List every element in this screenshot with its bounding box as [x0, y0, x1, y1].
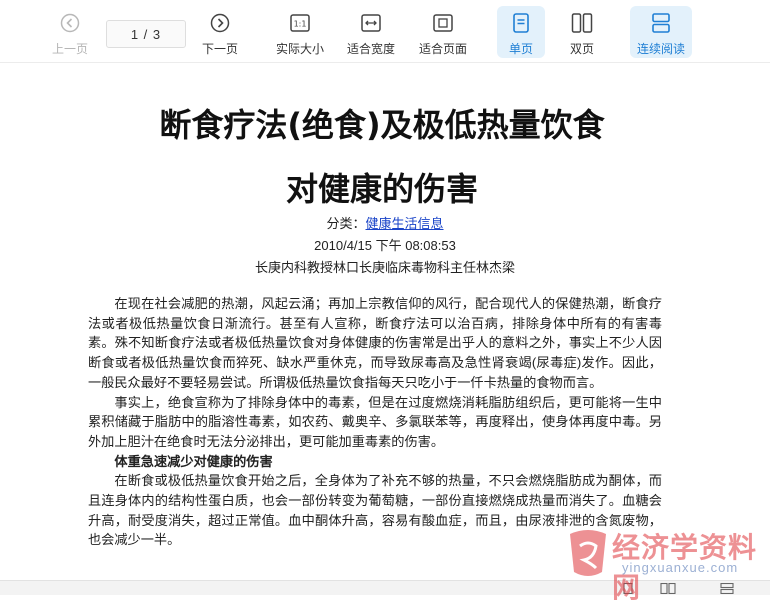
- paragraph: 在现在社会减肥的热潮，风起云涌；再加上宗教信仰的风行，配合现代人的保健热潮，断食…: [88, 296, 662, 390]
- watermark-logo-icon: [570, 530, 606, 576]
- actual-size-button[interactable]: 1:1 实际大小: [272, 6, 328, 58]
- chevron-right-circle-icon: [210, 10, 230, 36]
- double-page-button[interactable]: 双页: [558, 6, 606, 58]
- continuous-label: 连续阅读: [636, 42, 685, 56]
- fit-width-label: 适合宽度: [346, 42, 395, 56]
- category-line: 分类：健康生活信息: [0, 213, 770, 232]
- post-datetime: 2010/4/15 下午 08:08:53: [314, 238, 456, 253]
- viewer-toolbar: 上一页 1 / 3 下一页 1:1 实际大小 适合宽度 适合页面 单页 双页 连…: [0, 0, 770, 63]
- section-heading: 体重急速减少对健康的伤害: [114, 453, 273, 469]
- chevron-left-circle-icon: [60, 10, 80, 36]
- double-page-icon: [571, 10, 593, 36]
- continuous-reading-button[interactable]: 连续阅读: [630, 6, 692, 58]
- site-watermark: 经济学资料网 yingxuanxue.com: [566, 524, 770, 604]
- fit-page-icon: [433, 10, 453, 36]
- fit-width-icon: [361, 10, 381, 36]
- next-page-label: 下一页: [201, 42, 238, 56]
- single-page-button[interactable]: 单页: [497, 6, 545, 58]
- next-page-button[interactable]: 下一页: [196, 6, 244, 58]
- double-page-label: 双页: [569, 42, 594, 56]
- document-page: 断食疗法(绝食)及极低热量饮食 对健康的伤害 分类：健康生活信息 2010/4/…: [0, 62, 770, 580]
- category-link[interactable]: 健康生活信息: [366, 216, 444, 231]
- author-line: 长庚内科教授林口长庚临床毒物科主任林杰梁: [254, 260, 515, 275]
- document-title-line1: 断食疗法(绝食)及极低热量饮食: [159, 106, 605, 144]
- page-indicator[interactable]: 1 / 3: [106, 20, 186, 48]
- paragraph: 事实上，绝食宣称为了排除身体中的毒素，但是在过度燃烧消耗脂肪组织后，更可能将一生…: [88, 394, 662, 449]
- article-body: 在现在社会减肥的热潮，风起云涌；再加上宗教信仰的风行，配合现代人的保健热潮，断食…: [88, 294, 662, 550]
- prev-page-button[interactable]: 上一页: [46, 6, 94, 58]
- actual-size-label: 实际大小: [275, 42, 324, 56]
- fit-page-label: 适合页面: [418, 42, 467, 56]
- category-prefix: 分类：: [326, 216, 366, 231]
- fit-width-button[interactable]: 适合宽度: [343, 6, 399, 58]
- svg-text:1:1: 1:1: [294, 20, 307, 29]
- prev-page-label: 上一页: [51, 42, 88, 56]
- watermark-url: yingxuanxue.com: [622, 560, 739, 575]
- continuous-icon: [651, 10, 671, 36]
- single-page-label: 单页: [508, 42, 533, 56]
- single-page-icon: [512, 10, 530, 36]
- fit-page-button[interactable]: 适合页面: [415, 6, 471, 58]
- document-title-line2: 对健康的伤害: [285, 170, 478, 208]
- actual-size-icon: 1:1: [290, 10, 310, 36]
